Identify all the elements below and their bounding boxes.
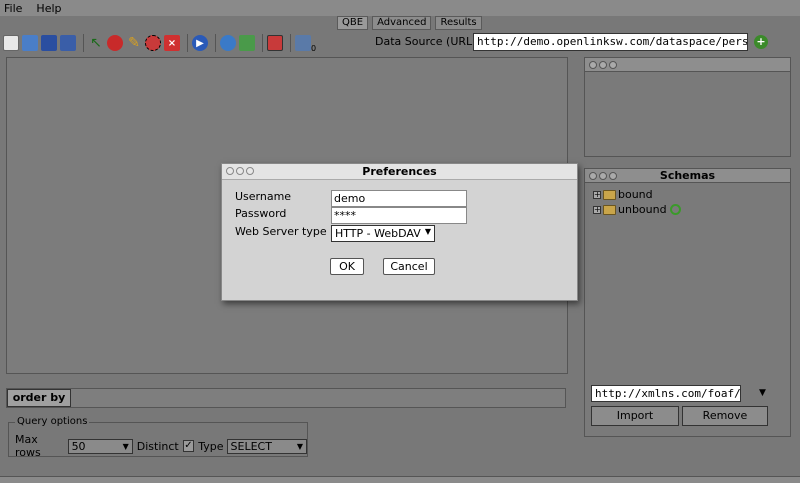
tab-advanced[interactable]: Advanced [372,16,432,30]
save-as-icon[interactable] [60,35,76,51]
orderby-bar: order by [6,388,566,408]
distinct-checkbox[interactable]: ✓ [182,440,195,452]
chevron-down-icon: ▼ [424,227,431,236]
open-folder-icon[interactable] [22,35,38,51]
edit-pencil-icon[interactable]: ✎ [126,35,142,51]
view-tabs: QBE Advanced Results [337,16,482,30]
datasource-label: Data Source (URL): [375,35,481,48]
menu-help[interactable]: Help [36,2,61,15]
run-query-icon[interactable]: ▶ [192,35,208,51]
close-icon[interactable] [226,167,234,175]
top-right-panel-titlebar [585,58,790,72]
namespace-input[interactable]: http://xmlns.com/foaf/0.1/ [591,385,741,402]
database-count: 0 [311,43,317,53]
window-controls [226,167,254,175]
add-node-icon[interactable] [107,35,123,51]
datasource-input[interactable]: http://demo.openlinksw.com/dataspace/per… [473,33,748,51]
delete-node-icon[interactable] [145,35,161,51]
max-rows-select[interactable]: 50 ▼ [67,438,133,454]
tree-item-bound[interactable]: + bound [593,187,681,202]
tree-item-label: unbound [618,203,667,216]
chevron-down-icon: ▼ [296,441,303,451]
username-label: Username [235,190,292,203]
query-options-group: Query options Max rows 50 ▼ Distinct ✓ T… [8,416,308,459]
tree-item-label: bound [618,188,653,201]
database-icon[interactable] [295,35,311,51]
menu-bar: File Help [0,0,800,16]
schema-tree: + bound + unbound [593,187,681,217]
max-rows-label: Max rows [15,433,41,459]
minimize-icon[interactable] [236,167,244,175]
toolbar-separator [187,34,188,52]
minimize-icon[interactable] [599,172,607,180]
folder-icon [603,189,616,200]
tree-item-unbound[interactable]: + unbound [593,202,681,217]
new-file-icon[interactable] [3,35,19,51]
orderby-button[interactable]: order by [7,389,71,407]
save-icon[interactable] [41,35,57,51]
add-datasource-icon[interactable]: + [754,35,768,49]
chevron-down-icon[interactable]: ▼ [759,388,766,398]
folder-icon [603,204,616,215]
schemas-panel-title: Schemas [585,169,790,183]
tab-qbe[interactable]: QBE [337,16,369,30]
distinct-label: Distinct [136,439,179,453]
preferences-titlebar: Preferences [222,164,577,180]
remove-icon[interactable]: × [164,35,180,51]
remove-button[interactable]: Remove [682,406,768,426]
preferences-dialog: Preferences Username demo Password **** … [221,163,578,301]
maximize-icon[interactable] [609,61,617,69]
expand-icon[interactable]: + [593,190,601,199]
refresh-icon[interactable] [669,204,681,215]
window-icon[interactable] [267,35,283,51]
bottom-bar [0,476,800,483]
server-type-value: HTTP - WebDAV [335,227,421,240]
import-button[interactable]: Import [591,406,679,426]
refresh-icon[interactable] [220,35,236,51]
password-input[interactable]: **** [331,207,467,224]
close-icon[interactable] [589,172,597,180]
cancel-button[interactable]: Cancel [383,258,435,275]
schemas-panel: Schemas + bound + unbound http://xmlns.c… [584,168,791,437]
max-rows-value: 50 [71,439,86,453]
maximize-icon[interactable] [609,172,617,180]
expand-icon[interactable]: + [593,205,601,214]
maximize-icon[interactable] [246,167,254,175]
preferences-title: Preferences [362,165,437,178]
server-type-label: Web Server type [235,225,327,238]
username-input[interactable]: demo [331,190,467,207]
server-type-select[interactable]: HTTP - WebDAV ▼ [331,225,435,242]
window-controls [589,172,617,180]
select-arrow-icon[interactable]: ↖ [88,35,104,51]
password-label: Password [235,207,287,220]
ok-button[interactable]: OK [330,258,364,275]
type-label: Type [198,439,224,453]
query-options-legend: Query options [15,416,90,427]
toolbar-separator [262,34,263,52]
tab-results[interactable]: Results [435,16,482,30]
close-icon[interactable] [589,61,597,69]
import-icon[interactable] [239,35,255,51]
chevron-down-icon: ▼ [122,441,129,451]
top-right-panel [584,57,791,157]
type-select[interactable]: SELECT ▼ [226,438,307,454]
window-controls [589,61,617,69]
menu-file[interactable]: File [4,2,22,15]
schemas-title: Schemas [659,169,716,182]
minimize-icon[interactable] [599,61,607,69]
toolbar-separator [290,34,291,52]
toolbar-separator [215,34,216,52]
type-value: SELECT [230,439,272,453]
toolbar-separator [83,34,84,52]
